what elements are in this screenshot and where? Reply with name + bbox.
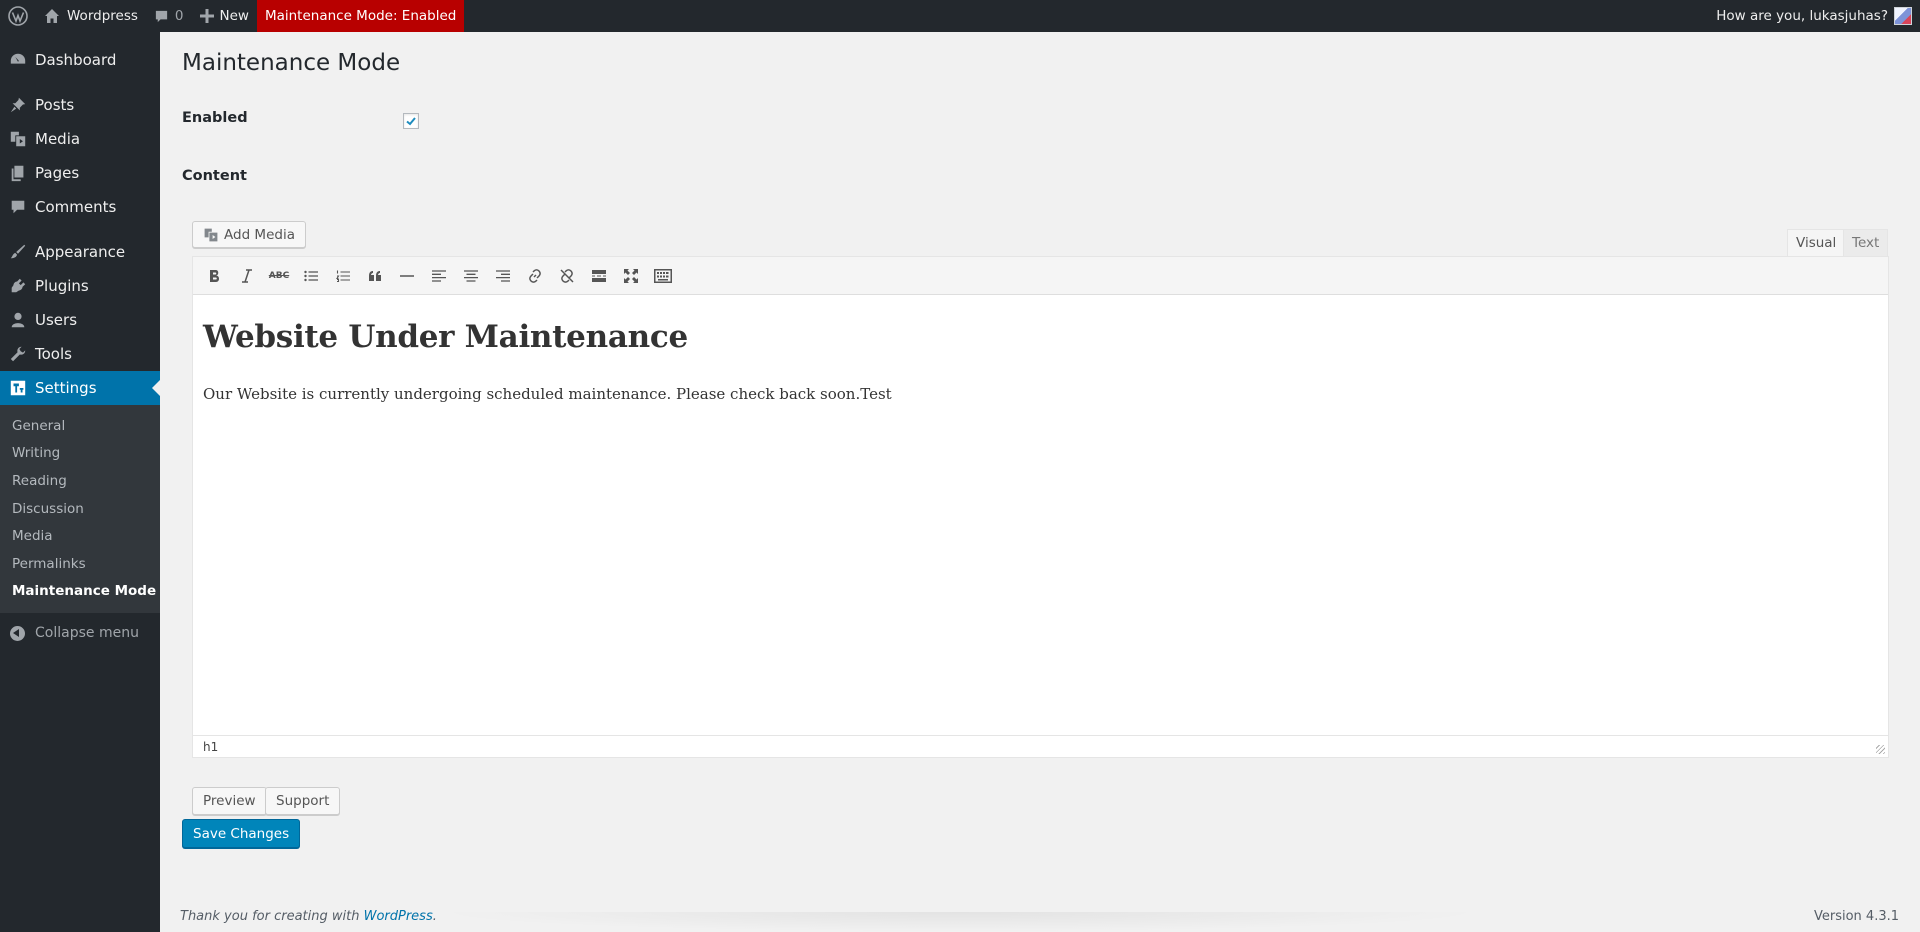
submenu-item-discussion[interactable]: Discussion <box>0 495 160 523</box>
content-heading: Website Under Maintenance <box>203 319 688 355</box>
content-editor[interactable]: ABC Website Under Maintenance Our Websit… <box>192 256 1889 758</box>
support-button[interactable]: Support <box>265 787 341 815</box>
comment-icon <box>155 10 168 22</box>
wordpress-link[interactable]: WordPress <box>364 909 433 924</box>
submenu-item-reading[interactable]: Reading <box>0 467 160 495</box>
admin-menu: Dashboard Posts Media Pages Comments App… <box>0 32 160 932</box>
page-title: Maintenance Mode <box>182 50 401 76</box>
menu-item-plugins[interactable]: Plugins <box>0 269 160 303</box>
checkmark-icon <box>406 117 416 126</box>
menu-label: Users <box>35 311 78 329</box>
read-more-icon[interactable] <box>583 261 615 291</box>
blockquote-icon[interactable] <box>359 261 391 291</box>
plug-icon <box>8 276 28 296</box>
home-icon <box>45 9 59 23</box>
menu-item-comments[interactable]: Comments <box>0 190 160 224</box>
user-icon <box>8 310 28 330</box>
media-icon <box>8 129 28 149</box>
collapse-arrow-icon <box>10 625 25 641</box>
numbered-list-icon[interactable] <box>327 261 359 291</box>
add-media-button[interactable]: Add Media <box>192 221 306 248</box>
media-icon <box>204 228 218 241</box>
site-name-link[interactable]: Wordpress <box>36 0 146 32</box>
new-content-link[interactable]: New <box>192 0 257 32</box>
menu-label: Posts <box>35 96 75 114</box>
new-label: New <box>219 8 249 24</box>
menu-label: Tools <box>35 345 72 363</box>
submenu-item-writing[interactable]: Writing <box>0 440 160 468</box>
editor-content-area[interactable]: Website Under Maintenance Our Website is… <box>193 295 1888 427</box>
avatar[interactable] <box>1894 7 1912 25</box>
add-media-label: Add Media <box>224 226 295 243</box>
menu-label: Pages <box>35 164 80 182</box>
strikethrough-icon[interactable]: ABC <box>263 261 295 291</box>
menu-label: Dashboard <box>35 51 117 69</box>
account-greeting[interactable]: How are you, lukasjuhas? <box>1708 0 1888 32</box>
admin-bar: Wordpress 0 New Maintenance Mode: Enable… <box>0 0 1920 32</box>
menu-item-users[interactable]: Users <box>0 303 160 337</box>
collapse-label: Collapse menu <box>35 625 139 642</box>
menu-item-appearance[interactable]: Appearance <box>0 235 160 269</box>
menu-label: Comments <box>35 198 117 216</box>
submenu-item-maintenance-mode[interactable]: Maintenance Mode <box>0 578 160 606</box>
resize-handle-icon[interactable] <box>1876 745 1885 754</box>
menu-label: Appearance <box>35 243 126 261</box>
pin-icon <box>8 95 28 115</box>
plus-icon <box>199 9 214 23</box>
settings-submenu: General Writing Reading Discussion Media… <box>0 405 160 614</box>
main-content: Maintenance Mode Enabled Content Add Med… <box>160 32 1920 932</box>
comments-link[interactable]: 0 <box>146 0 192 32</box>
brush-icon <box>8 242 28 262</box>
save-changes-button[interactable]: Save Changes <box>182 819 301 848</box>
menu-item-dashboard[interactable]: Dashboard <box>0 43 160 77</box>
enabled-checkbox[interactable] <box>403 113 419 129</box>
link-icon[interactable] <box>519 261 551 291</box>
editor-toolbar: ABC <box>193 257 1888 295</box>
align-right-icon[interactable] <box>487 261 519 291</box>
menu-item-pages[interactable]: Pages <box>0 156 160 190</box>
toolbar-toggle-icon[interactable] <box>647 261 679 291</box>
menu-item-settings[interactable]: Settings <box>0 371 160 405</box>
menu-label: Settings <box>35 379 97 397</box>
footer-thanks-prefix: Thank you for creating with <box>180 909 360 924</box>
content-paragraph: Our Website is currently undergoing sche… <box>203 385 892 403</box>
dashboard-icon <box>8 50 28 70</box>
tab-visual[interactable]: Visual <box>1787 229 1846 257</box>
comments-count: 0 <box>174 8 184 24</box>
preview-button[interactable]: Preview <box>192 787 267 815</box>
tab-text[interactable]: Text <box>1843 229 1889 257</box>
maintenance-mode-indicator[interactable]: Maintenance Mode: Enabled <box>256 0 465 32</box>
content-label: Content <box>182 168 247 184</box>
pages-icon <box>8 163 28 183</box>
comment-icon <box>8 197 28 217</box>
menu-item-posts[interactable]: Posts <box>0 88 160 122</box>
submenu-item-permalinks[interactable]: Permalinks <box>0 550 160 578</box>
fullscreen-icon[interactable] <box>615 261 647 291</box>
site-name: Wordpress <box>67 8 138 24</box>
wordpress-logo-icon[interactable] <box>0 0 36 32</box>
bulleted-list-icon[interactable] <box>295 261 327 291</box>
submenu-item-media[interactable]: Media <box>0 522 160 550</box>
editor-statusbar: h1 <box>193 735 1888 757</box>
footer-shadow <box>430 912 1490 932</box>
menu-label: Plugins <box>35 277 89 295</box>
wrench-icon <box>8 344 28 364</box>
collapse-menu-button[interactable]: Collapse menu <box>0 615 160 651</box>
italic-icon[interactable] <box>231 261 263 291</box>
menu-label: Media <box>35 130 81 148</box>
bold-icon[interactable] <box>199 261 231 291</box>
menu-item-media[interactable]: Media <box>0 122 160 156</box>
settings-icon <box>8 378 28 398</box>
submenu-item-general[interactable]: General <box>0 412 160 440</box>
element-path[interactable]: h1 <box>203 740 218 754</box>
align-left-icon[interactable] <box>423 261 455 291</box>
footer-thanks: Thank you for creating with WordPress. <box>180 909 437 924</box>
unlink-icon[interactable] <box>551 261 583 291</box>
enabled-label: Enabled <box>182 110 248 126</box>
footer-version: Version 4.3.1 <box>1813 909 1899 924</box>
align-center-icon[interactable] <box>455 261 487 291</box>
footer-thanks-suffix: . <box>432 909 437 924</box>
horizontal-line-icon[interactable] <box>391 261 423 291</box>
menu-item-tools[interactable]: Tools <box>0 337 160 371</box>
